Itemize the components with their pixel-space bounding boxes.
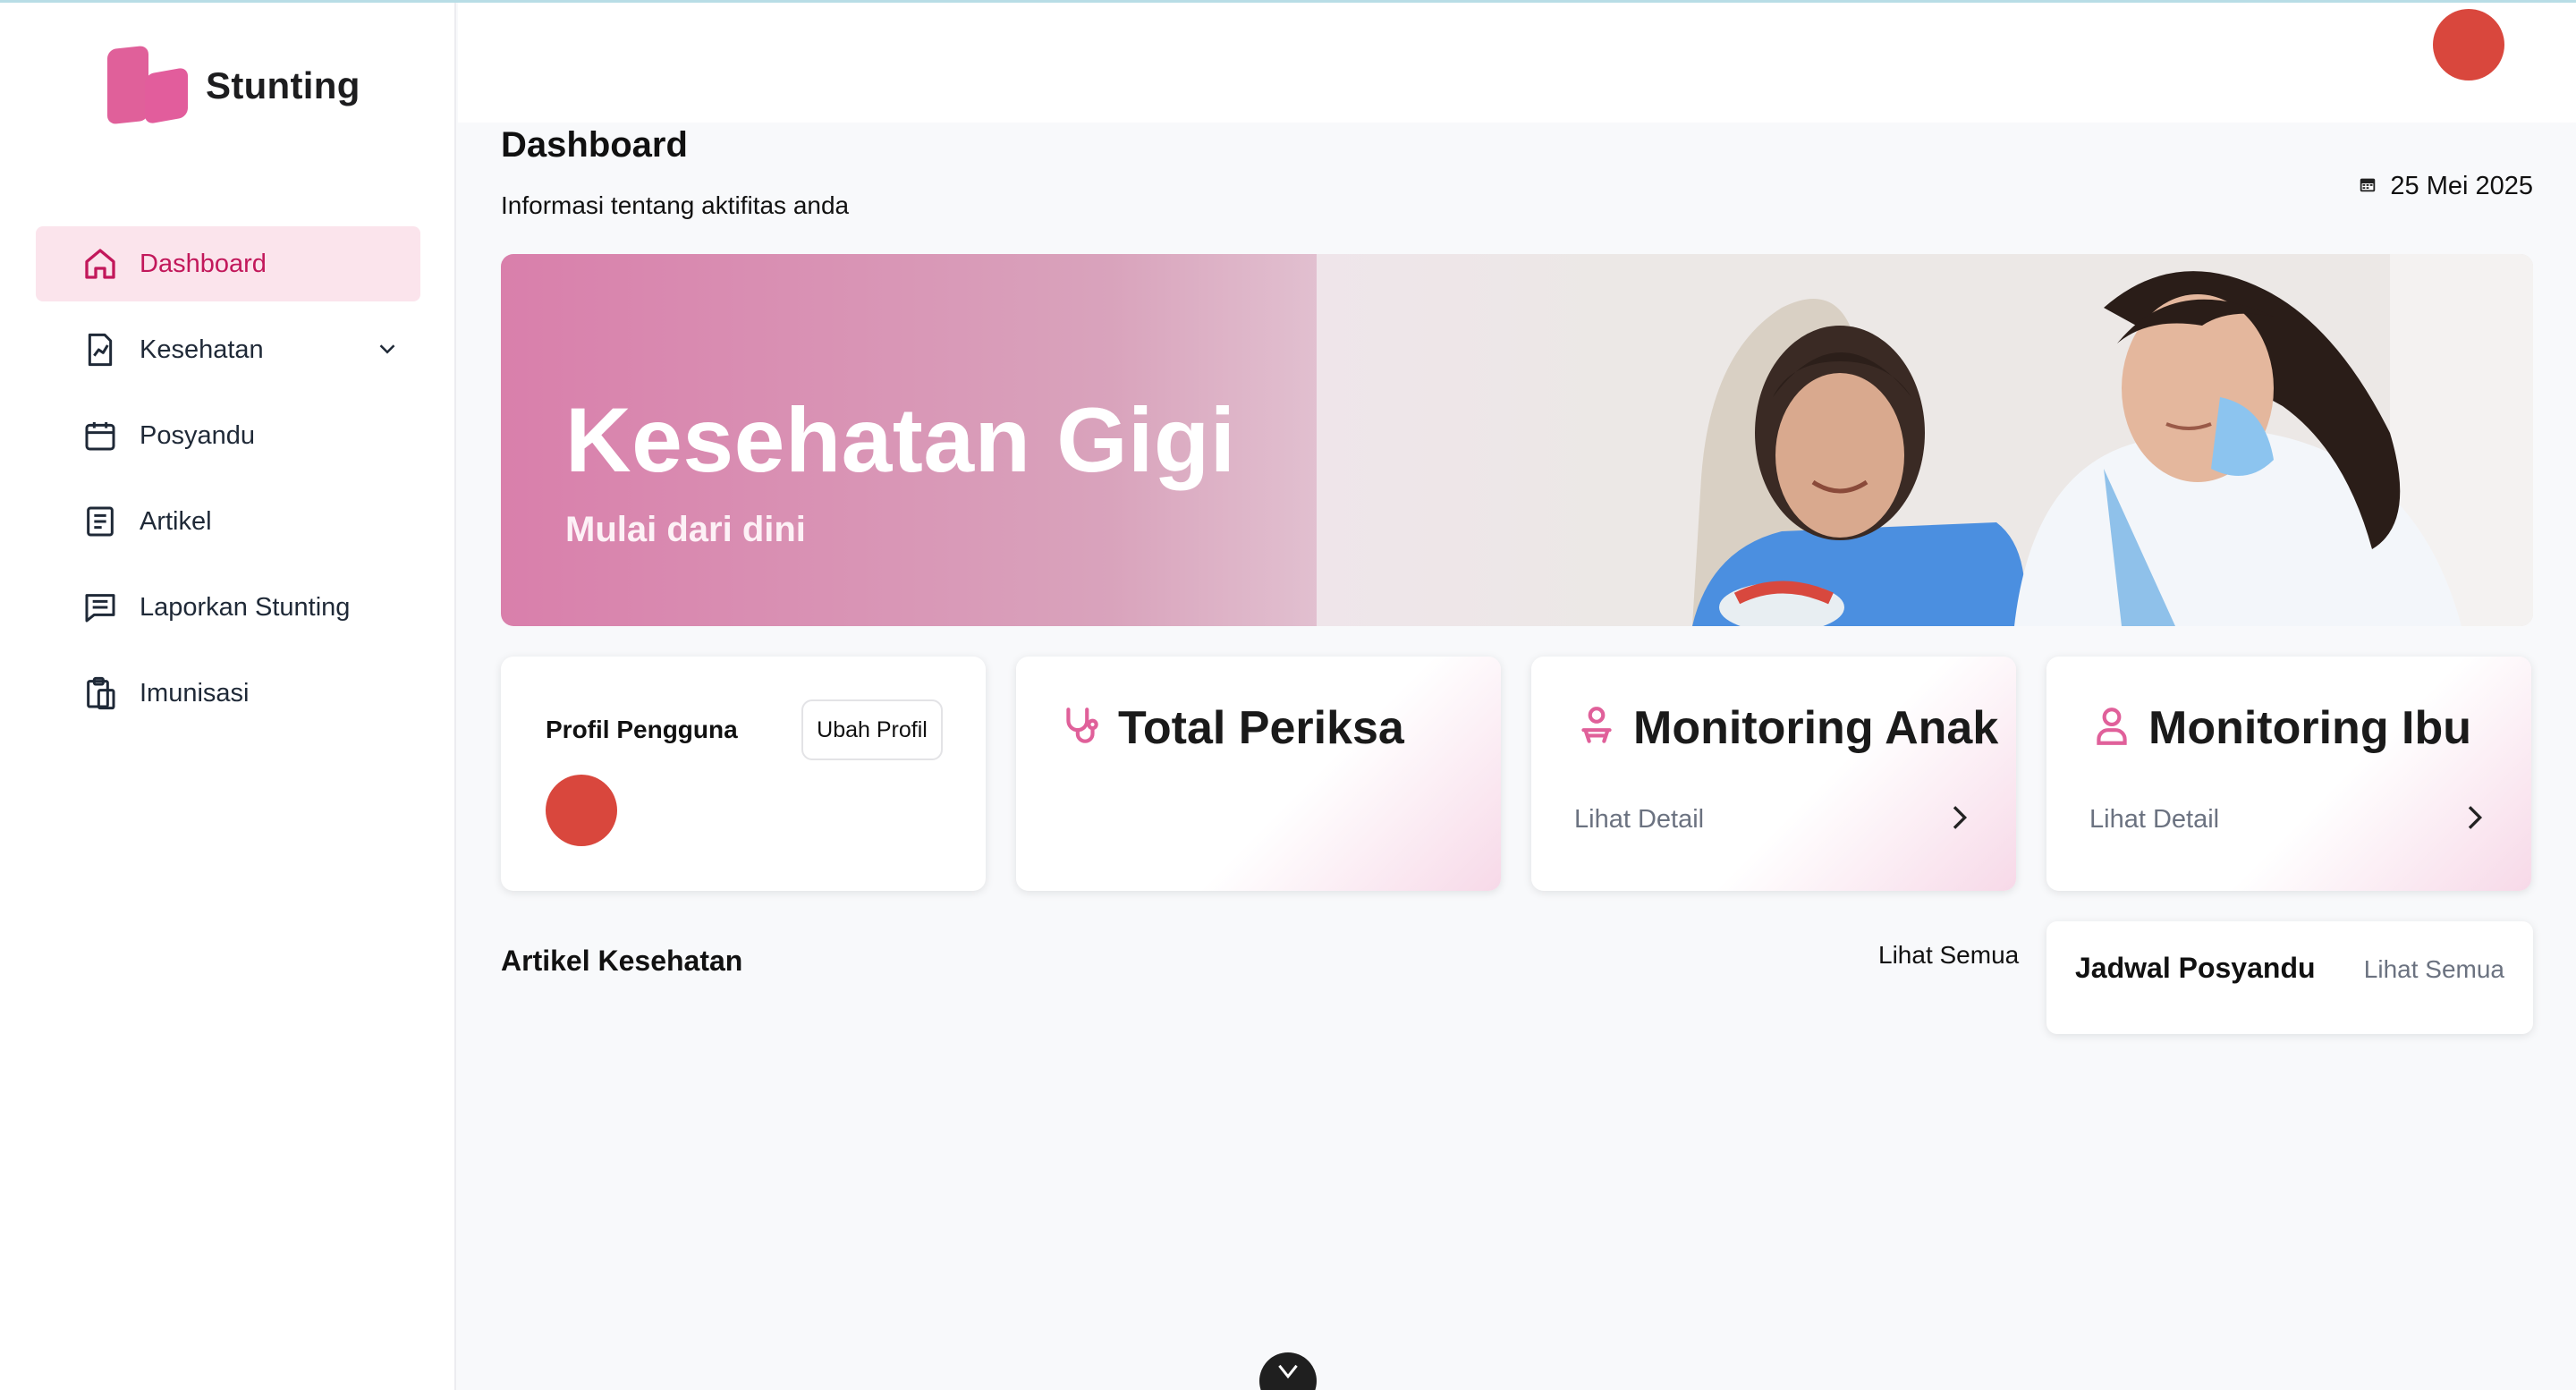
sidebar-item-label: Dashboard [140,249,267,278]
sidebar-item-laporkan-stunting[interactable]: Laporkan Stunting [36,570,420,645]
monitoring-ibu-card[interactable]: Monitoring Ibu Lihat Detail [2046,657,2531,891]
message-icon [80,588,120,627]
monitoring-ibu-title: Monitoring Ibu [2148,702,2472,754]
page-title: Dashboard [501,125,688,165]
child-icon [1574,704,1619,753]
home-icon [80,244,120,284]
date-text: 25 Mei 2025 [2390,172,2533,200]
profile-avatar [546,775,617,846]
total-periksa-card[interactable]: Total Periksa [1016,657,1501,891]
monitoring-anak-card[interactable]: Monitoring Anak Lihat Detail [1531,657,2016,891]
date-display: 25 Mei 2025 [2358,172,2533,201]
total-periksa-title: Total Periksa [1118,702,1404,754]
clipboard-icon [80,674,120,713]
article-icon [80,502,120,541]
logo-icon [107,45,190,125]
sidebar-item-imunisasi[interactable]: Imunisasi [36,656,420,731]
articles-section-title: Artikel Kesehatan [501,945,743,977]
top-header [458,3,2576,123]
sidebar-item-label: Kesehatan [140,335,264,364]
chart-document-icon [80,330,120,369]
sidebar-item-artikel[interactable]: Artikel [36,484,420,559]
banner-subtitle: Mulai dari dini [565,510,806,549]
stethoscope-icon [1059,704,1104,753]
monitoring-anak-title: Monitoring Anak [1633,702,1999,754]
dental-clinic-illustration [1317,254,2533,626]
hero-banner[interactable]: Kesehatan Gigi Mulai dari dini [501,254,2533,626]
chevron-down-icon[interactable] [374,335,401,369]
lihat-detail-link[interactable]: Lihat Detail [1574,805,1704,835]
chevron-right-icon[interactable] [2456,800,2492,840]
chevron-down-icon [1275,1361,1301,1390]
jadwal-posyandu-title: Jadwal Posyandu [2075,952,2316,984]
sidebar-item-label: Laporkan Stunting [140,592,351,622]
banner-title: Kesehatan Gigi [565,389,1236,491]
calendar-icon [80,416,120,455]
floating-toggle-button[interactable] [1259,1352,1317,1390]
sidebar-nav: Dashboard Kesehatan Posyandu Artikel Lap… [36,226,420,742]
sidebar-item-kesehatan[interactable]: Kesehatan [36,312,420,387]
page-subtitle: Informasi tentang aktifitas anda [501,191,850,219]
sidebar-item-posyandu[interactable]: Posyandu [36,398,420,473]
lihat-detail-link[interactable]: Lihat Detail [2089,805,2219,835]
chevron-right-icon[interactable] [1941,800,1977,840]
person-icon [2089,704,2134,753]
sidebar-item-dashboard[interactable]: Dashboard [36,226,420,301]
sidebar-item-label: Posyandu [140,420,255,450]
sidebar-item-label: Artikel [140,506,212,536]
sidebar-item-label: Imunisasi [140,678,250,708]
profile-card: Profil Pengguna Ubah Profil [501,657,986,891]
articles-see-all-link[interactable]: Lihat Semua [1878,941,2019,970]
jadwal-see-all-link[interactable]: Lihat Semua [2364,955,2504,984]
sidebar: Stunting Dashboard Kesehatan Posyandu Ar… [0,3,456,1390]
calendar-icon [2358,172,2377,201]
profile-card-title: Profil Pengguna [546,716,738,743]
user-avatar[interactable] [2433,9,2504,81]
brand-name: Stunting [206,64,360,106]
jadwal-posyandu-card: Jadwal Posyandu Lihat Semua [2046,921,2533,1034]
brand[interactable]: Stunting [107,45,360,125]
edit-profile-button[interactable]: Ubah Profil [801,699,943,760]
